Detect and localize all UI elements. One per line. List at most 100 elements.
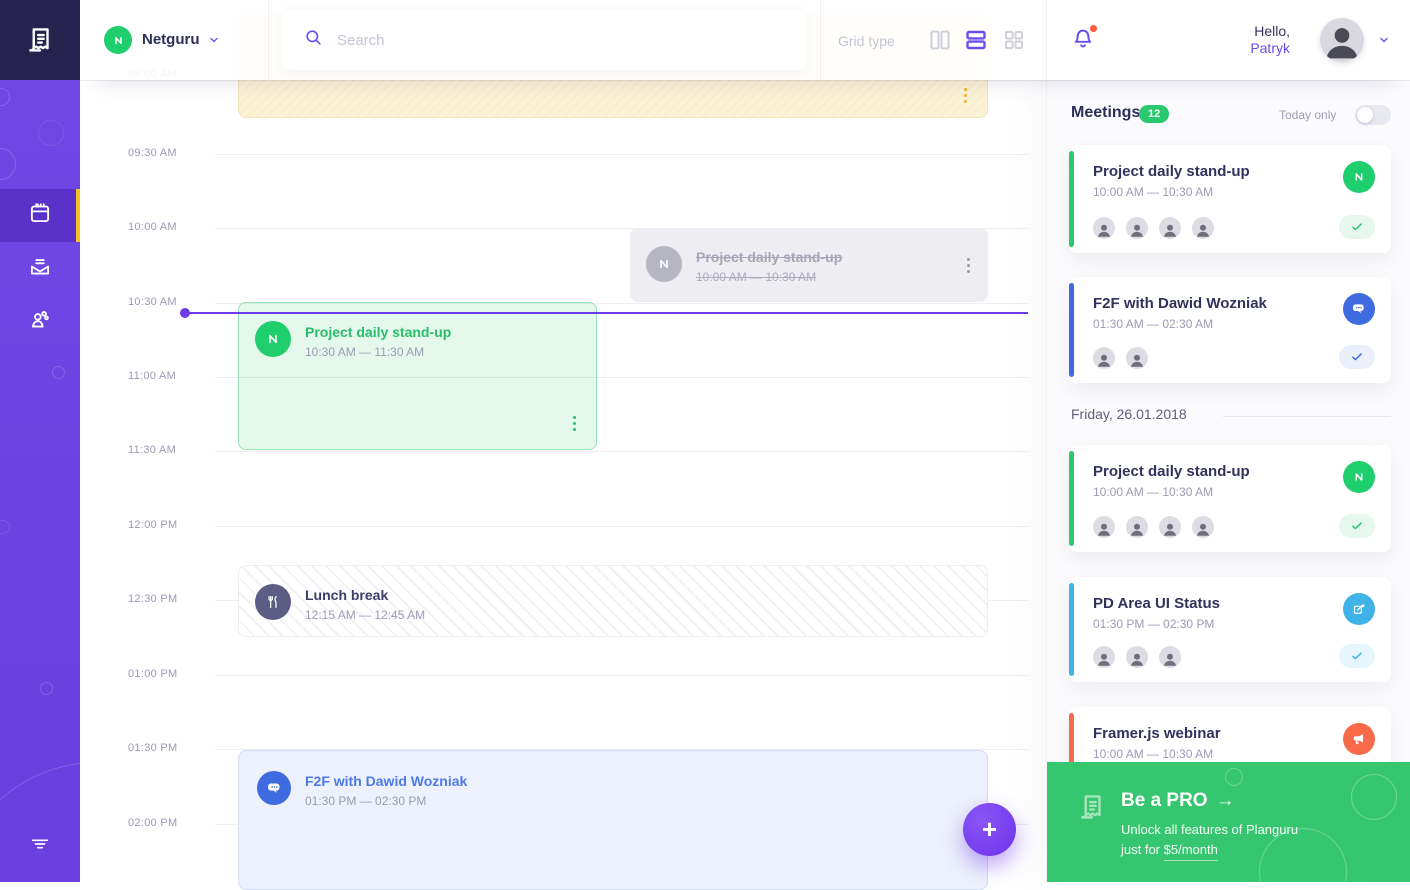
meeting-time: 01:30 PM — 02:30 PM — [1093, 617, 1214, 631]
filter-button[interactable] — [20, 826, 60, 866]
decorative-circle — [38, 120, 64, 146]
app-logo[interactable] — [0, 0, 80, 80]
search-input[interactable] — [337, 32, 757, 49]
search-icon — [304, 28, 323, 52]
meetings-count-badge: 12 — [1139, 105, 1169, 123]
meeting-title: Project daily stand-up — [1093, 463, 1250, 480]
search-box[interactable] — [282, 10, 806, 70]
notification-dot — [1090, 25, 1097, 32]
event-time: 01:30 PM — 02:30 PM — [305, 794, 426, 808]
avatar — [1093, 516, 1115, 538]
meeting-title: F2F with Dawid Wozniak — [1093, 295, 1267, 312]
chat-icon — [1343, 293, 1375, 325]
meeting-card[interactable]: PD Area UI Status 01:30 PM — 02:30 PM — [1069, 577, 1391, 682]
attendance-check[interactable] — [1339, 215, 1375, 239]
add-event-button[interactable]: + — [963, 803, 1016, 856]
pro-banner-title: Be a PRO → — [1121, 790, 1235, 812]
event-title: Project daily stand-up — [696, 249, 842, 265]
gridline — [215, 451, 1028, 452]
decorative-circle — [0, 520, 10, 534]
event-card-done[interactable]: Project daily stand-up 10:00 AM — 10:30 … — [630, 228, 988, 302]
event-title: Lunch break — [305, 587, 388, 603]
attendee-avatars — [1093, 516, 1214, 538]
sidebar-nav — [0, 189, 80, 348]
decorative-circle — [1225, 768, 1243, 786]
avatar — [1126, 646, 1148, 668]
meeting-card[interactable]: Project daily stand-up 10:00 AM — 10:30 … — [1069, 145, 1391, 253]
event-card-break[interactable]: Lunch break 12:15 AM — 12:45 AM — [238, 565, 988, 637]
pro-banner[interactable]: Be a PRO → Unlock all features of Plangur… — [1047, 762, 1410, 882]
grid-squares-icon[interactable] — [1002, 28, 1026, 52]
attendance-check[interactable] — [1339, 514, 1375, 538]
event-menu-icon[interactable] — [964, 88, 967, 103]
chevron-down-icon[interactable] — [208, 33, 220, 51]
top-bar: Netguru Grid type Hello, Patryk — [80, 0, 1410, 80]
sidebar-item-inbox[interactable] — [0, 242, 80, 295]
time-label: 12:00 PM — [128, 519, 198, 531]
divider — [268, 0, 269, 80]
event-time: 10:00 AM — 10:30 AM — [696, 270, 816, 284]
meeting-time: 10:00 AM — 10:30 AM — [1093, 747, 1213, 761]
netguru-icon — [1343, 161, 1375, 193]
chat-icon — [257, 771, 291, 805]
netguru-icon — [255, 321, 291, 357]
pro-banner-line2: just for $5/month — [1121, 842, 1218, 857]
pro-title-text: Be a PRO — [1121, 790, 1208, 811]
grid-rows-icon-active[interactable] — [964, 28, 988, 52]
meeting-title: Framer.js webinar — [1093, 725, 1221, 742]
divider — [1046, 0, 1047, 80]
event-menu-icon[interactable] — [573, 416, 576, 431]
pro-price-link[interactable]: $5/month — [1164, 842, 1218, 861]
meeting-time: 01:30 AM — 02:30 AM — [1093, 317, 1213, 331]
avatar — [1159, 217, 1181, 239]
time-label: 01:00 PM — [128, 668, 198, 680]
attendance-check[interactable] — [1339, 644, 1375, 668]
filter-icon — [29, 833, 51, 860]
time-label: 01:30 PM — [128, 742, 198, 754]
divider — [820, 0, 821, 80]
event-card-active[interactable]: Project daily stand-up 10:30 AM — 11:30 … — [238, 302, 597, 450]
time-label: 11:00 AM — [128, 370, 198, 382]
event-card-f2f[interactable]: F2F with Dawid Wozniak 01:30 PM — 02:30 … — [238, 750, 988, 890]
avatar — [1126, 347, 1148, 369]
decorative-circle — [40, 682, 53, 695]
decorative-circle — [52, 366, 65, 379]
meeting-color-bar — [1069, 451, 1074, 546]
megaphone-icon — [1343, 723, 1375, 755]
workspace-logo-icon — [104, 26, 132, 54]
today-only-label: Today only — [1279, 108, 1336, 122]
chevron-down-icon[interactable] — [1378, 33, 1390, 51]
pro-banner-line1: Unlock all features of Planguru — [1121, 822, 1298, 837]
workspace-name[interactable]: Netguru — [142, 31, 200, 48]
event-menu-icon[interactable] — [967, 258, 970, 273]
user-avatar[interactable] — [1320, 18, 1364, 62]
gridline — [215, 526, 1028, 527]
inbox-icon — [27, 253, 53, 284]
notifications-bell-icon[interactable] — [1070, 26, 1098, 54]
sidebar-item-calendar[interactable] — [0, 189, 80, 242]
grid-columns-icon[interactable] — [928, 28, 952, 52]
meeting-card[interactable]: F2F with Dawid Wozniak 01:30 AM — 02:30 … — [1069, 277, 1391, 383]
avatar — [1192, 516, 1214, 538]
team-icon — [27, 306, 53, 337]
attendance-check[interactable] — [1339, 345, 1375, 369]
avatar — [1159, 516, 1181, 538]
attendee-avatars — [1093, 646, 1181, 668]
divider-line — [1223, 416, 1391, 417]
current-time-indicator — [183, 312, 1028, 314]
greeting-hello: Hello, — [1170, 23, 1290, 40]
today-only-toggle[interactable] — [1355, 105, 1391, 125]
date-divider-label: Friday, 26.01.2018 — [1071, 406, 1187, 422]
sidebar-item-team[interactable] — [0, 295, 80, 348]
meeting-title: Project daily stand-up — [1093, 163, 1250, 180]
pro-line2-prefix: just for — [1121, 842, 1164, 857]
attendee-avatars — [1093, 347, 1148, 369]
time-label: 12:30 PM — [128, 593, 198, 605]
meeting-card[interactable]: Project daily stand-up 10:00 AM — 10:30 … — [1069, 445, 1391, 552]
arrow-right-icon: → — [1216, 790, 1235, 811]
decorative-circle — [1351, 774, 1397, 820]
greeting-username: Patryk — [1170, 40, 1290, 57]
time-label: 10:30 AM — [128, 296, 198, 308]
time-label: 02:00 PM — [128, 817, 198, 829]
meeting-time: 10:00 AM — 10:30 AM — [1093, 485, 1213, 499]
